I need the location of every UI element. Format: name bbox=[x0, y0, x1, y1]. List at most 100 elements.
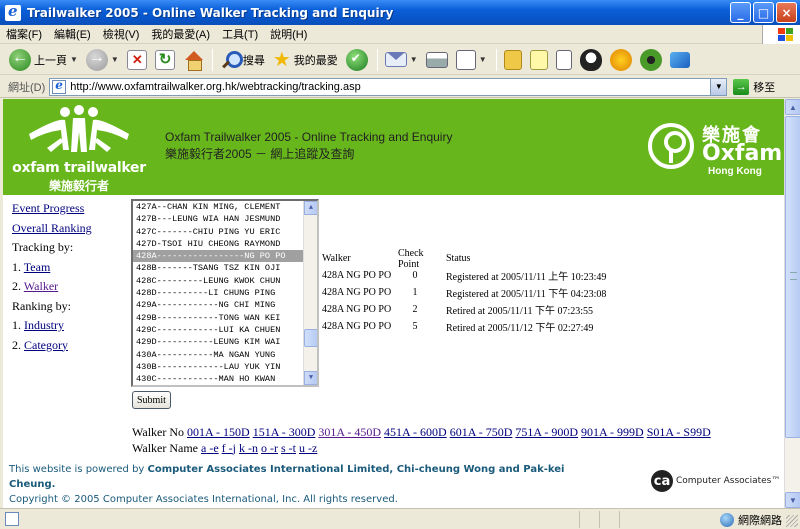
mail-icon bbox=[384, 52, 407, 67]
ranking-by-label: Ranking by: bbox=[12, 298, 71, 313]
listbox-scroll-thumb[interactable] bbox=[304, 329, 317, 347]
submit-button[interactable]: Submit bbox=[132, 391, 171, 409]
menu-file[interactable]: 檔案(F) bbox=[0, 26, 48, 42]
plugin-button[interactable] bbox=[637, 47, 665, 73]
menu-edit[interactable]: 編輯(E) bbox=[48, 26, 97, 42]
menu-view[interactable]: 檢視(V) bbox=[97, 26, 146, 42]
refresh-icon bbox=[154, 49, 175, 70]
list-item[interactable]: 429A------------NG CHI MING bbox=[133, 299, 317, 311]
media-button[interactable] bbox=[343, 47, 371, 73]
walker-range-link[interactable]: S01A - S99D bbox=[647, 425, 711, 439]
walker-no-ranges: Walker No 001A - 150D 151A - 300D 301A -… bbox=[132, 425, 711, 440]
name-range-link[interactable]: s -t bbox=[281, 441, 296, 455]
note-button[interactable] bbox=[527, 47, 551, 73]
search-icon bbox=[220, 50, 243, 70]
document-icon bbox=[555, 49, 572, 70]
list-item[interactable]: 430C------------MAN HO KWAN bbox=[133, 373, 317, 385]
list-item[interactable]: 429C------------LUI KA CHUEN bbox=[133, 324, 317, 336]
list-item[interactable]: 429B------------TONG WAN KEI bbox=[133, 312, 317, 324]
ranking-industry-link[interactable]: Industry bbox=[24, 318, 64, 332]
folder-button[interactable] bbox=[501, 47, 525, 73]
go-button[interactable]: → 移至 bbox=[733, 78, 775, 95]
menu-favorites[interactable]: 我的最愛(A) bbox=[145, 26, 216, 42]
mail-button[interactable]: ▼ bbox=[382, 47, 421, 73]
list-item[interactable]: 430B-------------LAU YUK YIN bbox=[133, 361, 317, 373]
zone-label: 網際網路 bbox=[738, 515, 782, 527]
qq-button[interactable] bbox=[577, 47, 605, 73]
listbox-scrollbar[interactable]: ▲ ▼ bbox=[303, 201, 317, 385]
emoticon-button[interactable] bbox=[607, 47, 635, 73]
list-item[interactable]: 428B-------TSANG TSZ KIN OJI bbox=[133, 262, 317, 274]
overall-ranking-link[interactable]: Overall Ranking bbox=[12, 221, 92, 235]
tracking-team-link[interactable]: Team bbox=[24, 260, 50, 274]
list-item[interactable]: 427D-TSOI HIU CHEONG RAYMOND bbox=[133, 238, 317, 250]
oxfam-figure-icon bbox=[648, 123, 694, 169]
ca-mark: ca bbox=[651, 470, 673, 492]
scroll-down-icon[interactable]: ▼ bbox=[304, 371, 317, 385]
list-item[interactable]: 430A-----------MA NGAN YUNG bbox=[133, 349, 317, 361]
tracking-walker-link[interactable]: Walker bbox=[24, 279, 58, 293]
refresh-button[interactable] bbox=[152, 47, 178, 73]
list-item[interactable]: 427C-------CHIU PING YU ERIC bbox=[133, 226, 317, 238]
walker-range-link[interactable]: 901A - 999D bbox=[581, 425, 644, 439]
walker-range-link[interactable]: 001A - 150D bbox=[187, 425, 250, 439]
back-button[interactable]: 上一頁 ▼ bbox=[6, 47, 81, 73]
chevron-down-icon[interactable]: ▼ bbox=[710, 78, 727, 95]
back-arrow-icon bbox=[9, 48, 31, 71]
list-item[interactable]: 427B---LEUNG WIA HAN JESMUND bbox=[133, 213, 317, 225]
walker-name-label: Walker Name bbox=[132, 441, 198, 455]
maximize-button[interactable]: □ bbox=[753, 2, 774, 23]
messenger-button[interactable] bbox=[667, 47, 693, 73]
page-scroll-thumb[interactable] bbox=[785, 116, 800, 438]
tracking-by-label: Tracking by: bbox=[12, 240, 74, 254]
print-button[interactable] bbox=[423, 47, 451, 73]
list-item[interactable]: 427A--CHAN KIN MING, CLEMENT bbox=[133, 201, 317, 213]
chevron-down-icon[interactable]: ▼ bbox=[111, 55, 119, 64]
page-scrollbar[interactable]: ▲ ▼ bbox=[784, 99, 800, 508]
search-button[interactable]: 搜尋 bbox=[217, 47, 268, 73]
name-range-link[interactable]: u -z bbox=[299, 441, 317, 455]
favorites-button[interactable]: ★ 我的最愛 bbox=[270, 47, 341, 73]
list-item-selected[interactable]: 428A-----------------NG PO PO bbox=[133, 250, 317, 263]
edit-icon bbox=[455, 49, 476, 70]
page-icon bbox=[5, 512, 19, 526]
chevron-down-icon[interactable]: ▼ bbox=[479, 55, 487, 64]
close-button[interactable]: × bbox=[776, 2, 797, 23]
walker-range-link[interactable]: 751A - 900D bbox=[515, 425, 578, 439]
name-range-link[interactable]: f -j bbox=[222, 441, 236, 455]
stop-button[interactable] bbox=[124, 47, 150, 73]
menu-tools[interactable]: 工具(T) bbox=[216, 26, 264, 42]
minimize-button[interactable]: _ bbox=[730, 2, 751, 23]
resize-grip-icon[interactable] bbox=[786, 515, 798, 527]
scroll-up-icon[interactable]: ▲ bbox=[785, 99, 800, 115]
scroll-up-icon[interactable]: ▲ bbox=[304, 201, 317, 215]
status-cell bbox=[619, 510, 639, 528]
ranking-category-link[interactable]: Category bbox=[24, 338, 68, 352]
left-nav: Event Progress Overall Ranking Tracking … bbox=[12, 199, 92, 355]
walker-range-link[interactable]: 301A - 450D bbox=[318, 425, 381, 439]
name-range-link[interactable]: o -r bbox=[261, 441, 278, 455]
list-item[interactable]: 428D----------LI CHUNG PING bbox=[133, 287, 317, 299]
scroll-down-icon[interactable]: ▼ bbox=[785, 492, 800, 508]
list-item[interactable]: 429D-----------LEUNG KIM WAI bbox=[133, 336, 317, 348]
powered-by-prefix: This website is powered by bbox=[9, 464, 148, 475]
walker-range-link[interactable]: 601A - 750D bbox=[450, 425, 513, 439]
name-range-link[interactable]: a -e bbox=[201, 441, 219, 455]
walker-listbox[interactable]: 427A--CHAN KIN MING, CLEMENT 427B---LEUN… bbox=[131, 199, 319, 387]
home-button[interactable] bbox=[180, 47, 206, 73]
event-progress-link[interactable]: Event Progress bbox=[12, 201, 84, 215]
menu-help[interactable]: 說明(H) bbox=[264, 26, 313, 42]
address-bar: 網址(D) http://www.oxfamtrailwalker.org.hk… bbox=[0, 76, 800, 98]
address-input[interactable]: http://www.oxfamtrailwalker.org.hk/webtr… bbox=[49, 77, 728, 96]
walker-range-link[interactable]: 451A - 600D bbox=[384, 425, 447, 439]
name-range-link[interactable]: k -n bbox=[239, 441, 258, 455]
address-url[interactable]: http://www.oxfamtrailwalker.org.hk/webtr… bbox=[70, 81, 710, 93]
document-button[interactable] bbox=[553, 47, 575, 73]
forward-button[interactable]: ▼ bbox=[83, 47, 122, 73]
chevron-down-icon[interactable]: ▼ bbox=[410, 55, 418, 64]
team-number: 1. bbox=[12, 259, 21, 274]
walker-range-link[interactable]: 151A - 300D bbox=[253, 425, 316, 439]
edit-button[interactable]: ▼ bbox=[453, 47, 490, 73]
list-item[interactable]: 428C---------LEUNG KWOK CHUN bbox=[133, 275, 317, 287]
chevron-down-icon[interactable]: ▼ bbox=[70, 55, 78, 64]
